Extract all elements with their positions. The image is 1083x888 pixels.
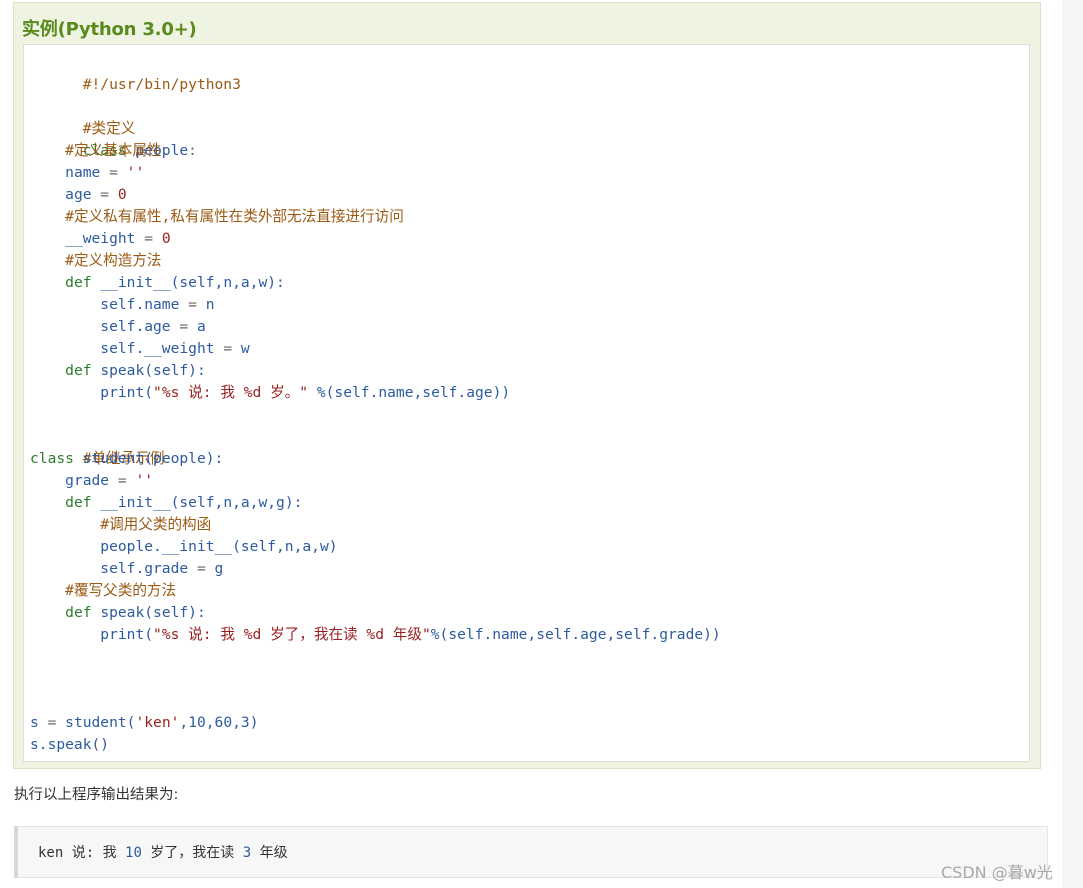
code-line-18: #单继承示例	[82, 450, 165, 467]
code-line-8: #定义私有属性,私有属性在类外部无法直接进行访问	[65, 208, 404, 225]
code-line-13: self.age = a	[100, 318, 206, 335]
code-line-3: #类定义	[82, 120, 136, 137]
code-line-23: people.__init__(self,n,a,w)	[100, 538, 338, 555]
code-line-19: class student(people):	[30, 450, 224, 467]
code-line-20: grade = ''	[65, 472, 154, 489]
output-block[interactable]: ken 说: 我 10 岁了，我在读 3 年级	[14, 826, 1048, 878]
code-line-5: #定义基本属性	[65, 142, 162, 159]
output-text: ken 说: 我 10 岁了，我在读 3 年级	[38, 845, 288, 861]
code-line-31: s = student('ken',10,60,3)	[30, 714, 259, 731]
code-line-27: print("%s 说: 我 %d 岁了，我在读 %d 年级"%(self.na…	[100, 626, 721, 643]
code-line-6: name = ''	[65, 164, 145, 181]
code-line-12: self.name = n	[100, 296, 215, 313]
example-panel: 实例(Python 3.0+) #!/usr/bin/python3 #类定义 …	[13, 2, 1041, 769]
code-line-1: #!/usr/bin/python3	[82, 76, 241, 93]
code-line-32: s.speak()	[30, 736, 110, 753]
code-line-10: #定义构造方法	[65, 252, 162, 269]
csdn-watermark: CSDN @暮w光	[941, 863, 1053, 882]
code-line-21: def __init__(self,n,a,w,g):	[65, 494, 303, 511]
code-line-4: class people:	[82, 142, 197, 159]
code-line-26: def speak(self):	[65, 604, 206, 621]
code-line-14: self.__weight = w	[100, 340, 250, 357]
code-line-15: def speak(self):	[65, 362, 206, 379]
output-label: 执行以上程序输出结果为:	[14, 787, 179, 803]
page-right-rail	[1062, 0, 1083, 888]
code-line-22: #调用父类的构函	[100, 516, 212, 533]
code-line-16: print("%s 说: 我 %d 岁。" %(self.name,self.a…	[100, 384, 511, 401]
example-title: 实例(Python 3.0+)	[22, 19, 197, 40]
code-block[interactable]: #!/usr/bin/python3 #类定义 class people: #定…	[23, 44, 1030, 762]
code-line-25: #覆写父类的方法	[65, 582, 177, 599]
code-line-24: self.grade = g	[100, 560, 224, 577]
code-line-11: def __init__(self,n,a,w):	[65, 274, 285, 291]
code-line-9: __weight = 0	[65, 230, 171, 247]
code-line-7: age = 0	[65, 186, 127, 203]
